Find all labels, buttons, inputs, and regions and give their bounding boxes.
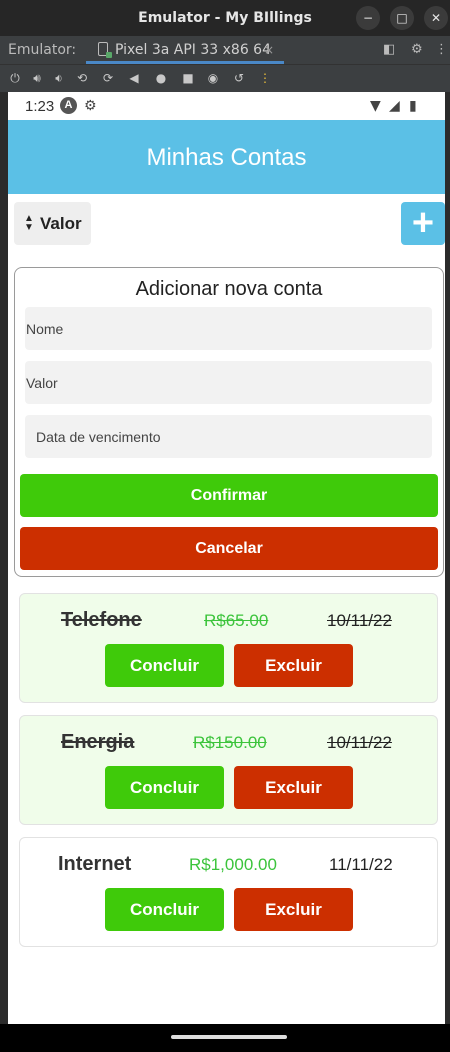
close-icon: ✕ bbox=[430, 11, 442, 25]
app-title: Minhas Contas bbox=[146, 144, 307, 171]
tab-close-icon[interactable]: × bbox=[264, 43, 274, 57]
status-time: 1:23 bbox=[25, 98, 55, 115]
maximize-icon: □ bbox=[396, 11, 408, 25]
plus-icon: + bbox=[411, 202, 435, 244]
camera-icon[interactable]: ◉ bbox=[205, 70, 221, 86]
window-title: Emulator - My BIllings bbox=[138, 10, 312, 26]
volume-down-icon[interactable]: 🔉︎ bbox=[51, 70, 67, 86]
back-icon[interactable]: ◀ bbox=[126, 70, 142, 86]
a-badge-icon: A bbox=[60, 97, 77, 114]
device-screen: 1:23 A ⚙ ▼ ◢ ▮ Minhas Contas ▲ ▼ Valor + … bbox=[8, 92, 445, 1024]
bill-value: R$65.00 bbox=[204, 611, 269, 630]
home-gesture-handle[interactable] bbox=[171, 1035, 287, 1039]
overview-icon[interactable]: ■ bbox=[180, 70, 196, 86]
add-bill-button[interactable]: + bbox=[401, 202, 445, 245]
system-nav-bar bbox=[0, 1024, 450, 1052]
settings-icon[interactable]: ⚙ bbox=[411, 42, 427, 58]
emulator-window: Emulator - My BIllings − □ ✕ Emulator: P… bbox=[0, 0, 450, 1052]
name-input[interactable] bbox=[25, 307, 432, 350]
bill-due-date: 11/11/22 bbox=[329, 855, 393, 874]
bill-card: Telefone R$65.00 10/11/22 Concluir Exclu… bbox=[19, 593, 438, 703]
bill-due-date: 10/11/22 bbox=[327, 611, 392, 630]
emulator-tabbar: Emulator: Pixel 3a API 33 x86 64 × ◧ ⚙ ⋮ bbox=[0, 36, 450, 64]
bill-due-date: 10/11/22 bbox=[327, 733, 392, 752]
value-field[interactable] bbox=[25, 361, 432, 404]
emulator-label: Emulator: bbox=[8, 42, 77, 58]
due-date-input[interactable] bbox=[25, 415, 432, 458]
name-field[interactable] bbox=[25, 307, 432, 350]
delete-button[interactable]: Excluir bbox=[234, 888, 353, 931]
app-header: Minhas Contas bbox=[8, 120, 445, 194]
bill-value: R$1,000.00 bbox=[189, 855, 277, 874]
more-icon[interactable]: ⋮ bbox=[257, 70, 273, 86]
cancel-button[interactable]: Cancelar bbox=[20, 527, 438, 570]
delete-button[interactable]: Excluir bbox=[234, 766, 353, 809]
sort-icon: ▲ ▼ bbox=[24, 213, 34, 233]
bill-card: Internet R$1,000.00 11/11/22 Concluir Ex… bbox=[19, 837, 438, 947]
status-bar: 1:23 A ⚙ ▼ ◢ ▮ bbox=[8, 92, 445, 120]
tab-label: Pixel 3a API 33 x86 64 bbox=[115, 42, 271, 58]
home-icon[interactable]: ● bbox=[153, 70, 169, 86]
sort-label: Valor bbox=[40, 214, 82, 233]
more-options-icon[interactable]: ⋮ bbox=[435, 42, 450, 58]
complete-button[interactable]: Concluir bbox=[105, 888, 224, 931]
phone-icon bbox=[98, 42, 112, 58]
form-title: Adicionar nova conta bbox=[135, 278, 323, 300]
maximize-button[interactable]: □ bbox=[390, 6, 414, 30]
bill-name: Internet bbox=[58, 853, 132, 875]
confirm-button[interactable]: Confirmar bbox=[20, 474, 438, 517]
minimize-button[interactable]: − bbox=[356, 6, 380, 30]
power-icon[interactable]: ⏻ bbox=[7, 70, 23, 86]
tab-pixel-3a[interactable]: Pixel 3a API 33 x86 64 × bbox=[86, 36, 284, 64]
complete-button[interactable]: Concluir bbox=[105, 766, 224, 809]
due-date-field[interactable] bbox=[25, 415, 432, 458]
rotate-right-icon[interactable]: ⟳ bbox=[100, 70, 116, 86]
complete-button[interactable]: Concluir bbox=[105, 644, 224, 687]
layout-toggle-icon[interactable]: ◧ bbox=[383, 42, 399, 58]
add-bill-form: Adicionar nova conta Confirmar Cancelar bbox=[14, 267, 444, 577]
bill-name: Telefone bbox=[61, 609, 142, 631]
reset-icon[interactable]: ↺ bbox=[231, 70, 247, 86]
settings-gear-icon: ⚙ bbox=[84, 98, 97, 114]
bill-name: Energia bbox=[61, 731, 135, 753]
signal-icon: ◢ bbox=[389, 98, 400, 114]
volume-up-icon[interactable]: 🔊︎ bbox=[29, 70, 45, 86]
minimize-icon: − bbox=[362, 11, 374, 25]
wifi-icon: ▼ bbox=[370, 98, 381, 114]
emulator-toolbar: ⏻ 🔊︎ 🔉︎ ⟲ ⟳ ◀ ● ■ ◉ ↺ ⋮ bbox=[0, 64, 450, 92]
value-input[interactable] bbox=[25, 361, 432, 404]
bill-card: Energia R$150.00 10/11/22 Concluir Exclu… bbox=[19, 715, 438, 825]
battery-icon: ▮ bbox=[409, 98, 417, 114]
rotate-left-icon[interactable]: ⟲ bbox=[74, 70, 90, 86]
window-titlebar: Emulator - My BIllings − □ ✕ bbox=[0, 0, 450, 36]
close-window-button[interactable]: ✕ bbox=[424, 6, 448, 30]
bill-value: R$150.00 bbox=[193, 733, 267, 752]
delete-button[interactable]: Excluir bbox=[234, 644, 353, 687]
sort-button[interactable]: ▲ ▼ Valor bbox=[14, 202, 91, 245]
